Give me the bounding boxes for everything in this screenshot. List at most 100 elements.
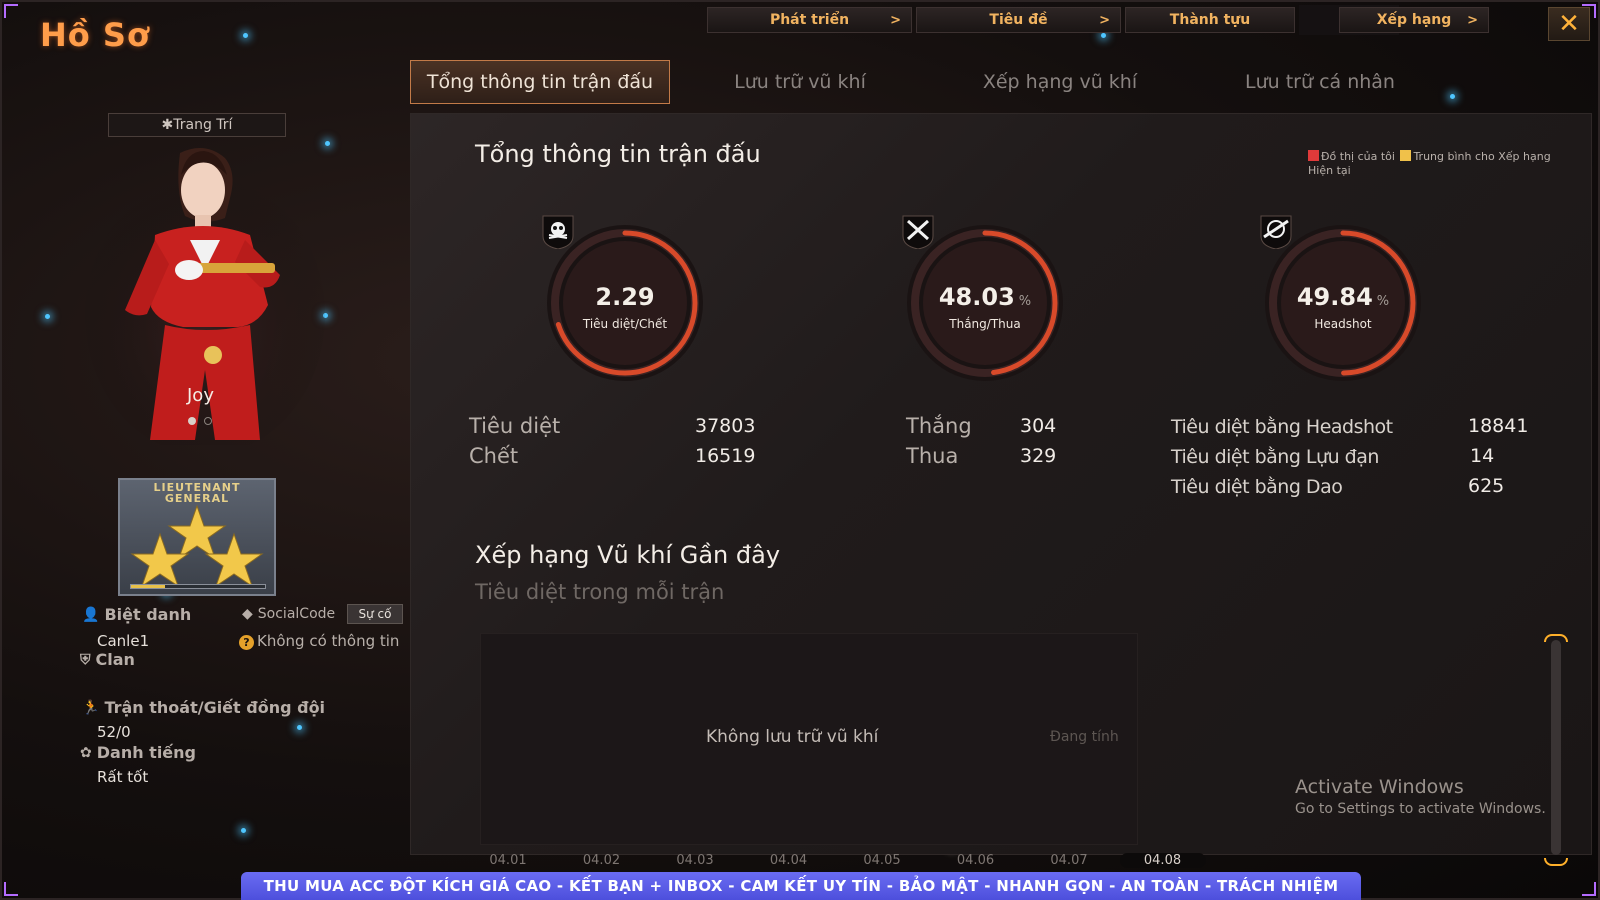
topnav-development-button[interactable]: Phát triển > (707, 7, 912, 33)
topnav-achievements-button[interactable]: Thành tựu (1125, 7, 1295, 33)
rank-title: LIEUTENANT GENERAL (153, 481, 241, 505)
promo-banner: THU MUA ACC ĐỘT KÍCH GIÁ CAO - KẾT BẠN +… (241, 872, 1361, 900)
rank-progress-bar (130, 584, 266, 589)
kills-value: 37803 (695, 415, 756, 437)
date-tick-04.07[interactable]: 04.07 (1044, 853, 1094, 868)
tab-weapon-ranking[interactable]: Xếp hạng vũ khí (930, 60, 1190, 104)
scrollbar[interactable] (1551, 640, 1561, 855)
clan-label-text: Clan (95, 650, 135, 669)
socialcode-value: ? Không có thông tin (239, 632, 399, 650)
clan-shield-icon: ⛨ (80, 651, 91, 668)
gauge-headshot: 49.84% Headshot (1258, 213, 1428, 393)
rank-stars-icon (130, 504, 264, 588)
headshot-kills-value: 18841 (1468, 415, 1529, 437)
close-button[interactable]: ✕ (1548, 7, 1590, 41)
knife-kills-value: 625 (1468, 475, 1505, 497)
escape-label-text: Trận thoát/Giết đồng đội (104, 698, 326, 717)
report-button[interactable]: Sự cố (347, 604, 403, 624)
frame-corner (1582, 882, 1596, 896)
topnav-label: Tiêu đề (989, 12, 1048, 28)
summary-title: Tổng thông tin trận đấu (475, 140, 761, 168)
nickname-label: 👤 Biệt danh (82, 605, 191, 624)
crosshair-rifle-icon (1260, 215, 1292, 249)
topnav-ranking-button[interactable]: Xếp hạng > (1339, 7, 1489, 33)
tab-weapon-archive[interactable]: Lưu trữ vũ khí (670, 60, 930, 104)
character-portrait[interactable]: Joy (60, 145, 350, 455)
character-name: Joy (187, 385, 214, 406)
date-tick-04.05[interactable]: 04.05 (857, 853, 907, 868)
question-icon: ? (239, 635, 254, 650)
frame-corner (4, 882, 18, 896)
reputation-label: ✿ Danh tiếng (80, 743, 196, 762)
topnav-label: Xếp hạng (1376, 12, 1452, 28)
gauge-unit: % (1018, 294, 1032, 309)
twinkle-star-icon (297, 725, 302, 730)
socialcode-value-text: Không có thông tin (257, 632, 400, 650)
chevron-right-icon: > (1467, 12, 1478, 28)
losses-label: Thua (906, 444, 959, 468)
tab-personal-archive[interactable]: Lưu trữ cá nhân (1190, 60, 1450, 104)
date-tick-04.03[interactable]: 04.03 (670, 853, 720, 868)
wins-value: 304 (1020, 415, 1057, 437)
date-tick-04.08[interactable]: 04.08 (1119, 853, 1206, 868)
kills-label: Tiêu diệt (469, 414, 561, 438)
windows-activation-subtitle: Go to Settings to activate Windows. (1295, 801, 1546, 817)
skull-icon (542, 215, 574, 249)
gauge-value-text: 49.84 (1296, 283, 1373, 311)
topnav-label: Thành tựu (1169, 12, 1251, 28)
chevron-right-icon: > (1099, 12, 1110, 28)
date-tick-04.04[interactable]: 04.04 (764, 853, 814, 868)
recent-weapons-subtitle: Tiêu diệt trong mỗi trận (475, 580, 725, 604)
twinkle-star-icon (45, 314, 50, 319)
twinkle-star-icon (1450, 94, 1455, 99)
gauge-kd-value: 2.29 (540, 283, 710, 311)
legend-swatch-average (1400, 150, 1412, 161)
clan-label: ⛨ Clan (80, 650, 135, 669)
deaths-value: 16519 (695, 445, 756, 467)
grenade-kills-label: Tiêu diệt bằng Lựu đạn (1171, 446, 1379, 468)
topnav-label: Phát triển (769, 12, 850, 28)
legend-mine: Đồ thị của tôi (1321, 150, 1395, 163)
chart-legend: Đồ thị của tôi Trung bình cho Xếp hạng H… (1308, 150, 1578, 178)
losses-value: 329 (1020, 445, 1057, 467)
pager-dot[interactable] (204, 417, 212, 425)
reputation-value: Rất tốt (97, 768, 149, 786)
crossed-swords-icon (902, 215, 934, 249)
rank-progress-fill (131, 585, 165, 588)
topnav-titles-button[interactable]: Tiêu đề > (916, 7, 1121, 33)
grenade-kills-value: 14 (1470, 445, 1495, 467)
date-tick-04.01[interactable]: 04.01 (483, 853, 533, 868)
gauge-winrate-value: 48.03% (900, 283, 1070, 311)
gauge-unit: % (1376, 294, 1390, 309)
chart-empty-message: Không lưu trữ vũ khí (706, 727, 879, 747)
chart-calculating: Đang tính (1050, 729, 1119, 745)
profile-tabs: Tổng thông tin trận đấu Lưu trữ vũ khí X… (410, 60, 1450, 104)
nickname-label-text: Biệt danh (104, 605, 192, 624)
gauge-headshot-value: 49.84% (1258, 283, 1428, 311)
reputation-label-text: Danh tiếng (96, 743, 196, 762)
deaths-label: Chết (469, 444, 519, 468)
escape-value: 52/0 (97, 723, 131, 741)
gauge-kd-label: Tiêu diệt/Chết (582, 317, 668, 331)
date-tick-04.02[interactable]: 04.02 (577, 853, 627, 868)
gauge-headshot-label: Headshot (1314, 317, 1372, 331)
tab-match-summary[interactable]: Tổng thông tin trận đấu (410, 60, 670, 104)
escape-label: 🏃 Trận thoát/Giết đồng đội (82, 698, 325, 717)
top-navigation: Phát triển > Tiêu đề > Thành tựu Xếp hạn… (707, 5, 1489, 35)
socialcode-label-text: SocialCode (257, 606, 336, 622)
chevron-right-icon: > (890, 12, 901, 28)
gauge-value-text: 2.29 (595, 283, 655, 311)
twinkle-star-icon (241, 828, 246, 833)
decorate-button[interactable]: ✱Trang Trí (108, 113, 286, 137)
twinkle-star-icon (243, 33, 248, 38)
pager-dot-active[interactable] (188, 417, 196, 425)
knife-kills-label: Tiêu diệt bằng Dao (1171, 476, 1343, 498)
gauge-value-text: 48.03 (938, 283, 1015, 311)
nickname-value: Canle1 (97, 632, 150, 650)
frame-corner (4, 4, 18, 18)
date-tick-04.06[interactable]: 04.06 (951, 853, 1001, 868)
laurel-icon: ✿ (80, 744, 92, 761)
rank-badge: LIEUTENANT GENERAL (118, 478, 276, 596)
windows-activation-title: Activate Windows (1295, 776, 1464, 798)
character-pager (188, 417, 212, 425)
